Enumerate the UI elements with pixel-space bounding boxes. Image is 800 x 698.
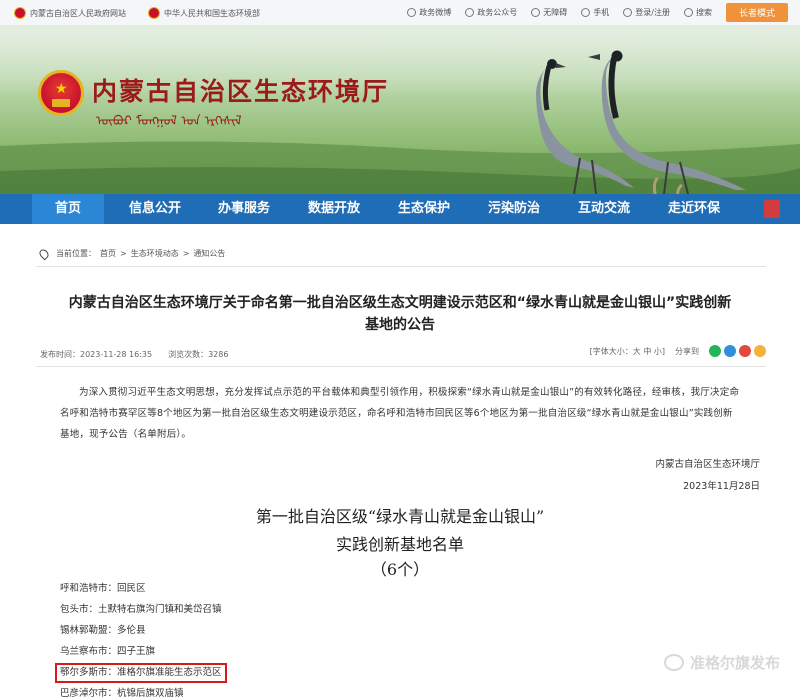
watermark: 准格尔旗发布 (663, 652, 780, 673)
care-mode-button[interactable]: 长者模式 (726, 3, 788, 22)
nav-item-protection[interactable]: 生态保护 (384, 194, 464, 224)
article-meta: 发布时间：2023-11-28 16:35 浏览次数：3286 (40, 349, 228, 360)
nav-end-badge[interactable] (764, 200, 780, 218)
divider (36, 366, 766, 367)
breadcrumb-dynamics[interactable]: 生态环境动态 (131, 248, 179, 259)
weibo-label: 政务微博 (419, 8, 452, 17)
highlight-box: 鄂尔多斯市：准格尔旗准能生态示范区 (55, 663, 227, 683)
top-utility-bar: 内蒙古自治区人民政府网站 中华人民共和国生态环境部 政务微博 政务公众号 无障碍… (0, 0, 800, 26)
login-label: 登录/注册 (635, 8, 670, 17)
wechat-watermark-icon (663, 654, 684, 671)
wechat-icon (465, 8, 475, 17)
search-link[interactable]: 搜索 (684, 7, 712, 18)
breadcrumb-label: 当前位置： (56, 249, 96, 258)
nav-item-home[interactable]: 首页 (32, 194, 104, 224)
accessibility-link[interactable]: 无障碍 (531, 7, 567, 18)
main-nav: 首页 信息公开 办事服务 数据开放 生态保护 污染防治 互动交流 走近环保 (0, 194, 800, 224)
wechat-label: 政务公众号 (477, 8, 518, 17)
mobile-icon (581, 8, 591, 17)
nav-item-interaction[interactable]: 互动交流 (564, 194, 644, 224)
breadcrumb-home[interactable]: 首页 (100, 248, 116, 259)
signature-date: 2023年11月28日 (683, 481, 760, 492)
accessibility-label: 无障碍 (543, 8, 568, 17)
divider (36, 266, 766, 267)
font-size-control[interactable]: [字体大小：大 中 小] (590, 346, 665, 357)
signature-org: 内蒙古自治区生态环境厅 (655, 459, 760, 470)
location-pin-icon (37, 247, 51, 260)
weibo-share-icon[interactable] (739, 345, 751, 357)
top-tools: 政务微博 政务公众号 无障碍 手机 登录/注册 搜索 (407, 7, 712, 18)
view-count: 浏览次数：3286 (168, 350, 229, 359)
emblem-icon (14, 7, 26, 19)
list-item: 锡林郭勒盟：多伦县 (60, 625, 146, 636)
header-banner: ★ 内蒙古自治区生态环境厅 ᠥᠪᠥᠷ ᠮᠣᠩᠭᠣᠯ ᠤᠨ ᠡᠷᠬᠡᠰᠢᠯ (0, 26, 800, 194)
mobile-link[interactable]: 手机 (581, 7, 609, 18)
list-item: 巴彦淖尔市：杭锦后旗双庙镇 (60, 688, 184, 698)
wechat-share-icon[interactable] (709, 345, 721, 357)
list-item: 乌兰察布市：四子王旗 (60, 646, 156, 657)
site-title-mongolian: ᠥᠪᠥᠷ ᠮᠣᠩᠭᠣᠯ ᠤᠨ ᠡᠷᠬᠡᠰᠢᠯ (96, 114, 242, 129)
breadcrumb-sep: > (182, 249, 190, 258)
list-item: 呼和浩特市：回民区 (60, 583, 146, 594)
article-title-line1: 内蒙古自治区生态环境厅关于命名第一批自治区级生态文明建设示范区和“绿水青山就是金… (68, 295, 732, 311)
share-buttons (709, 345, 766, 357)
list-item-highlighted: 鄂尔多斯市：准格尔旗准能生态示范区 (55, 662, 233, 683)
top-links: 内蒙古自治区人民政府网站 中华人民共和国生态环境部 (14, 7, 260, 19)
base-list: 呼和浩特市：回民区 包头市：土默特右旗沟门镇和美岱召镇 锡林郭勒盟：多伦县 乌兰… (55, 578, 233, 698)
publish-time: 发布时间：2023-11-28 16:35 (40, 350, 153, 359)
article-tools: [字体大小：大 中 小] 分享到 (590, 345, 766, 357)
login-link[interactable]: 登录/注册 (623, 7, 670, 18)
emblem-icon (148, 7, 160, 19)
nav-item-about[interactable]: 走近环保 (654, 194, 734, 224)
qzone-share-icon[interactable] (724, 345, 736, 357)
list-item: 包头市：土默特右旗沟门镇和美岱召镇 (60, 604, 222, 615)
mobile-label: 手机 (593, 8, 610, 17)
search-icon (684, 8, 693, 17)
weibo-link[interactable]: 政务微博 (407, 7, 451, 18)
ministry-label: 中华人民共和国生态环境部 (164, 8, 260, 18)
list-title-line1: 第一批自治区级“绿水青山就是金山银山” (255, 507, 545, 526)
gov-site-link[interactable]: 内蒙古自治区人民政府网站 (14, 7, 126, 19)
list-count: （6个） (370, 560, 430, 579)
nav-item-services[interactable]: 办事服务 (204, 194, 284, 224)
nav-item-info[interactable]: 信息公开 (115, 194, 195, 224)
ministry-link[interactable]: 中华人民共和国生态环境部 (148, 7, 260, 19)
breadcrumb-notices[interactable]: 通知公告 (193, 248, 225, 259)
user-icon (623, 8, 633, 17)
list-title-line2: 实践创新基地名单 (335, 535, 464, 554)
wechat-link[interactable]: 政务公众号 (465, 7, 517, 18)
breadcrumb-sep: > (120, 249, 127, 258)
accessibility-icon (531, 8, 541, 17)
gov-site-label: 内蒙古自治区人民政府网站 (30, 8, 126, 18)
watermark-text: 准格尔旗发布 (689, 654, 780, 672)
nav-item-data[interactable]: 数据开放 (294, 194, 374, 224)
site-title: 内蒙古自治区生态环境厅 (92, 77, 390, 106)
article-paragraph: 为深入贯彻习近平生态文明思想，充分发挥试点示范的平台载体和典型引领作用，积极探索… (60, 387, 740, 440)
weibo-icon (407, 8, 417, 17)
article-title: 内蒙古自治区生态环境厅关于命名第一批自治区级生态文明建设示范区和“绿水青山就是金… (30, 292, 770, 336)
breadcrumb: 当前位置： 首页 > 生态环境动态 > 通知公告 (37, 247, 225, 260)
nav-item-pollution[interactable]: 污染防治 (474, 194, 554, 224)
national-emblem-icon: ★ (38, 70, 84, 116)
article-title-line2: 基地的公告 (365, 317, 435, 333)
qq-share-icon[interactable] (754, 345, 766, 357)
share-label: 分享到 (675, 346, 699, 356)
search-label: 搜索 (696, 8, 712, 17)
